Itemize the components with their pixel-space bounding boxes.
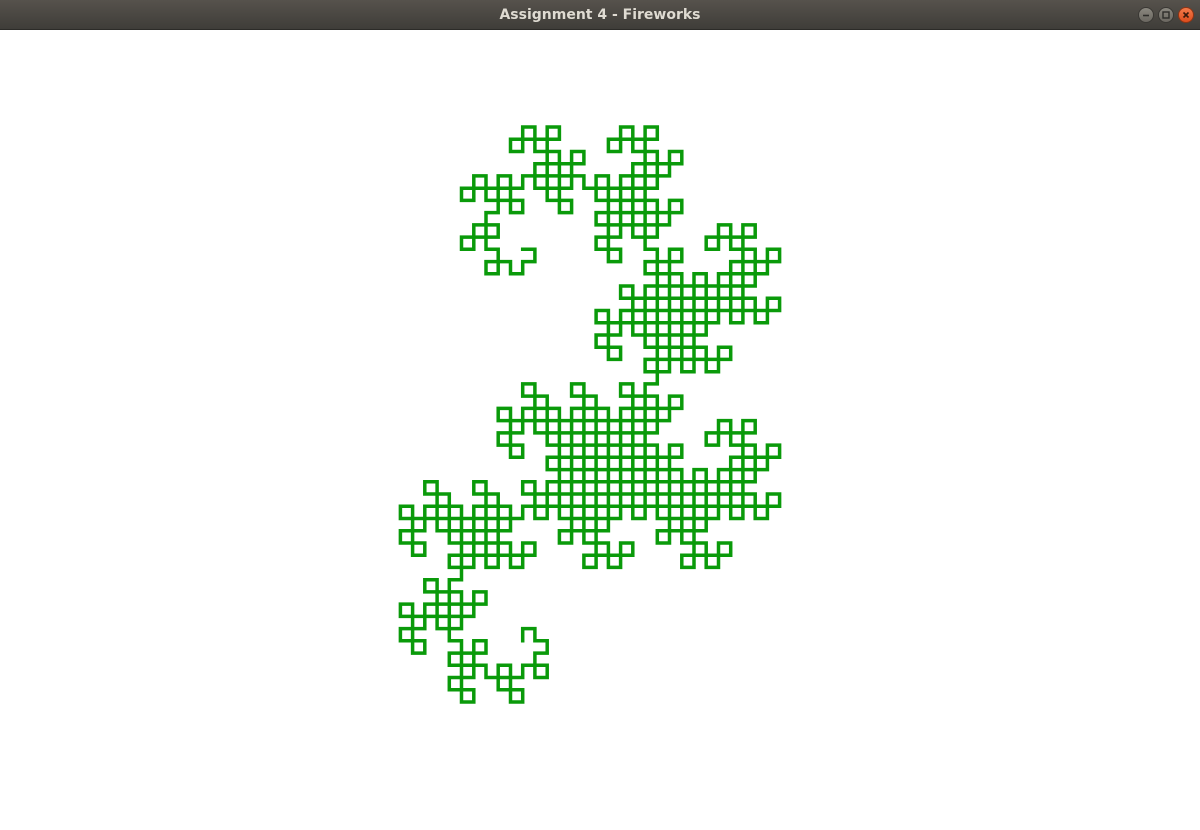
close-icon	[1182, 11, 1190, 19]
maximize-icon	[1162, 11, 1170, 19]
dragon-curve-path	[398, 125, 782, 704]
close-button[interactable]	[1178, 7, 1194, 23]
maximize-button[interactable]	[1158, 7, 1174, 23]
app-window: Assignment 4 - Fireworks	[0, 0, 1200, 830]
dragon-curve-drawing	[398, 125, 782, 704]
window-title: Assignment 4 - Fireworks	[499, 7, 701, 23]
minimize-button[interactable]	[1138, 7, 1154, 23]
drawing-canvas[interactable]	[0, 30, 1200, 830]
title-bar[interactable]: Assignment 4 - Fireworks	[0, 0, 1200, 30]
minimize-icon	[1143, 14, 1149, 17]
